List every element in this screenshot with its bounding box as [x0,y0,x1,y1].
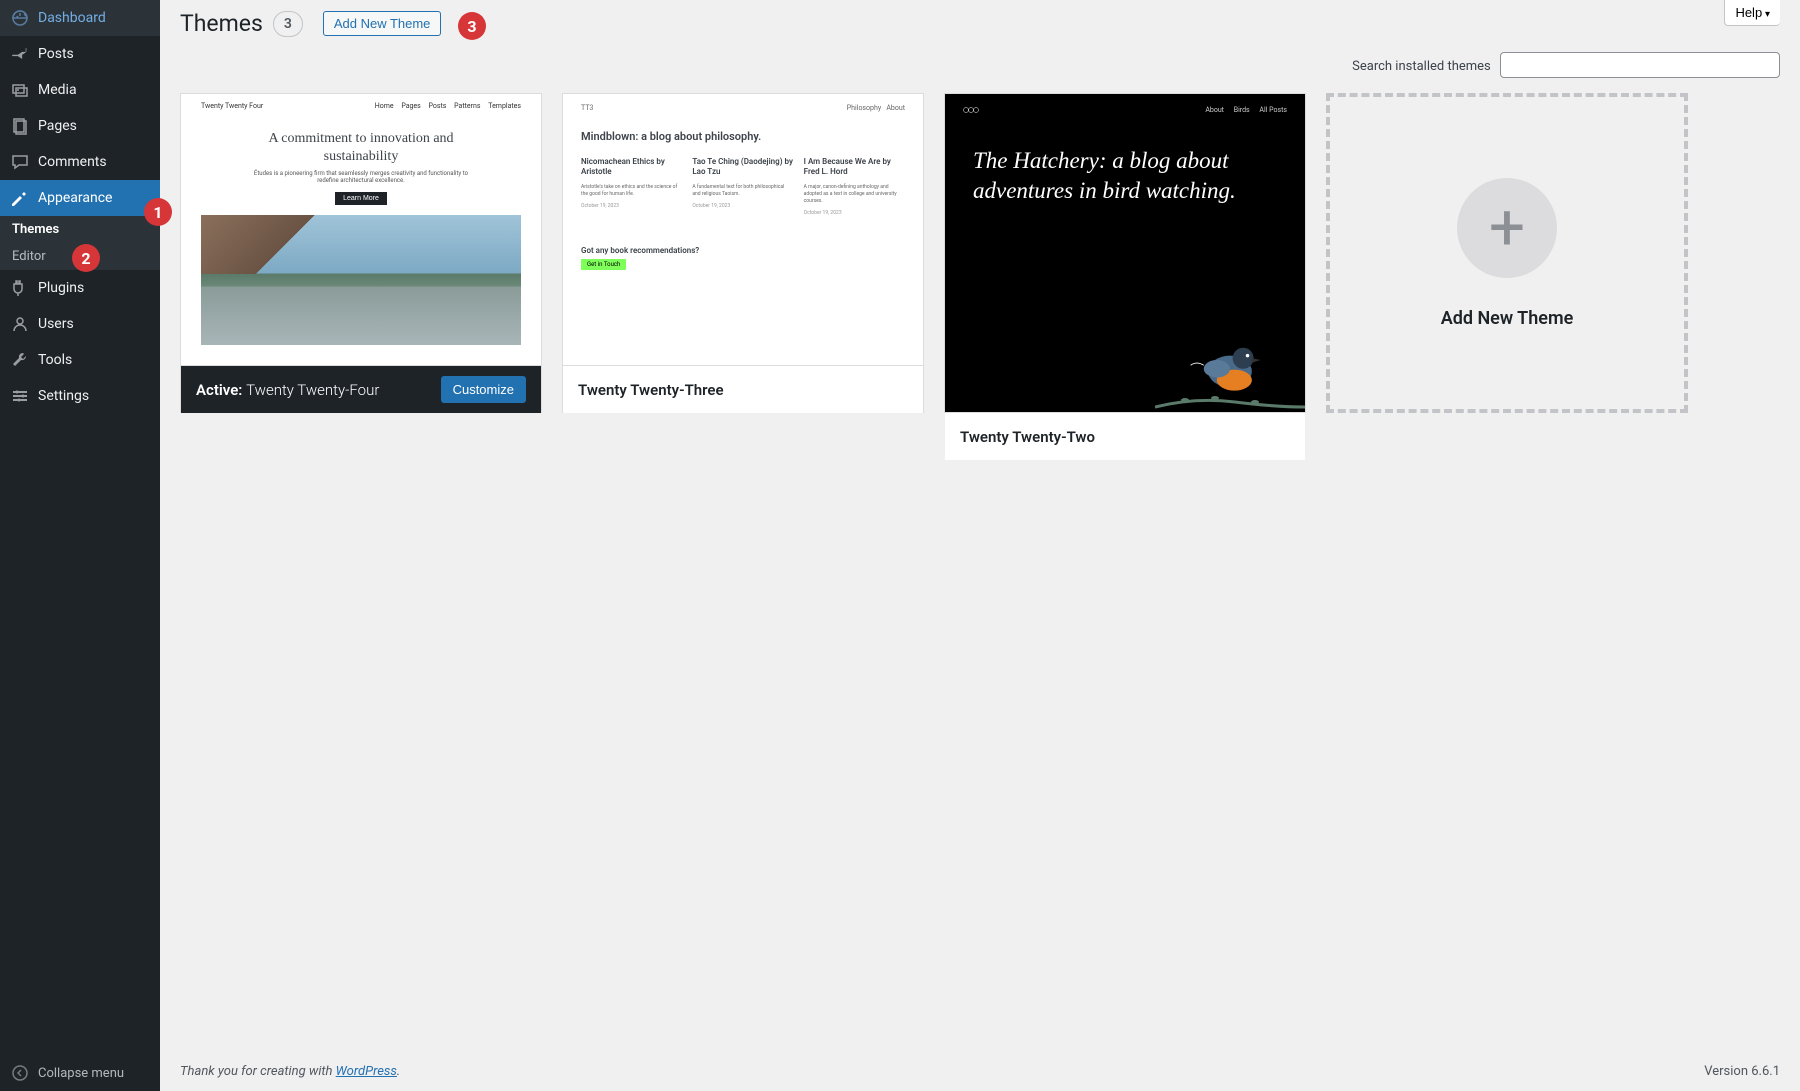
theme-name: Twenty Twenty-Four [246,381,379,399]
theme-count-badge: 3 [273,11,303,37]
sidebar-item-posts[interactable]: Posts [0,36,160,72]
sidebar-item-users[interactable]: Users [0,306,160,342]
sidebar-label: Dashboard [38,10,106,26]
page-title: Themes [180,10,263,37]
search-row: Search installed themes [180,52,1780,78]
plugins-icon [10,278,30,298]
theme-footer: Active: Twenty Twenty-Four Customize [181,365,541,413]
theme-footer: Twenty Twenty-Three [563,365,923,413]
annotation-badge-2: 2 [72,244,100,272]
collapse-menu[interactable]: Collapse menu [0,1055,160,1091]
theme-footer: Twenty Twenty-Two [945,412,1305,460]
sidebar-item-tools[interactable]: Tools [0,342,160,378]
annotation-badge-3: 3 [458,12,486,40]
sidebar-label: Media [38,82,77,98]
admin-footer: Thank you for creating with WordPress. V… [160,1052,1800,1091]
search-input[interactable] [1500,52,1780,78]
sidebar-label: Comments [38,154,107,170]
sidebar-label: Users [38,316,74,332]
search-label: Search installed themes [1352,59,1491,74]
wordpress-link[interactable]: WordPress [336,1064,397,1079]
sidebar-item-settings[interactable]: Settings [0,378,160,414]
sidebar-label: Tools [38,352,72,368]
theme-screenshot: Twenty Twenty Four Home Pages Posts Patt… [181,94,541,365]
theme-name: Twenty Twenty-Two [960,428,1095,446]
add-new-theme-label: Add New Theme [1441,308,1574,329]
users-icon [10,314,30,334]
help-button[interactable]: Help [1724,0,1780,26]
theme-screenshot: TT3 Philosophy About Mindblown: a blog a… [563,94,923,365]
submenu-themes[interactable]: Themes [0,216,160,243]
customize-button[interactable]: Customize [441,376,526,403]
admin-sidebar: Dashboard Posts Media Pages Comments App… [0,0,160,1091]
theme-screenshot: About Birds All Posts The Hatchery: a bl… [945,94,1305,412]
sidebar-label: Plugins [38,280,84,296]
sidebar-item-plugins[interactable]: Plugins [0,270,160,306]
comments-icon [10,152,30,172]
sidebar-item-media[interactable]: Media [0,72,160,108]
sidebar-label: Appearance [38,190,112,206]
appearance-icon [10,188,30,208]
tools-icon [10,350,30,370]
branch-image [1155,382,1305,412]
building-image [201,215,521,345]
pages-icon [10,116,30,136]
settings-icon [10,386,30,406]
theme-grid: Twenty Twenty Four Home Pages Posts Patt… [180,93,1780,413]
add-new-theme-button[interactable]: Add New Theme [323,11,442,36]
sidebar-label: Settings [38,388,89,404]
sidebar-item-comments[interactable]: Comments [0,144,160,180]
theme-name: Twenty Twenty-Three [578,381,724,399]
active-label: Active: [196,381,242,399]
sidebar-item-pages[interactable]: Pages [0,108,160,144]
media-icon [10,80,30,100]
logo-icon [963,106,979,116]
page-header: Themes 3 Add New Theme Help [180,10,1780,37]
sidebar-item-dashboard[interactable]: Dashboard [0,0,160,36]
pin-icon [10,44,30,64]
main-content: Themes 3 Add New Theme Help Search insta… [160,0,1800,1091]
sidebar-label: Posts [38,46,74,62]
theme-card-twenty-twenty-two[interactable]: About Birds All Posts The Hatchery: a bl… [944,93,1306,413]
sidebar-item-appearance[interactable]: Appearance [0,180,160,216]
theme-card-twenty-twenty-four[interactable]: Twenty Twenty Four Home Pages Posts Patt… [180,93,542,413]
collapse-icon [10,1063,30,1083]
theme-card-twenty-twenty-three[interactable]: TT3 Philosophy About Mindblown: a blog a… [562,93,924,413]
plus-icon: + [1457,178,1557,278]
dashboard-icon [10,8,30,28]
sidebar-label: Pages [38,118,77,134]
add-new-theme-card[interactable]: + Add New Theme [1326,93,1688,413]
annotation-badge-1: 1 [144,198,172,226]
version-text: Version 6.6.1 [1704,1064,1780,1079]
